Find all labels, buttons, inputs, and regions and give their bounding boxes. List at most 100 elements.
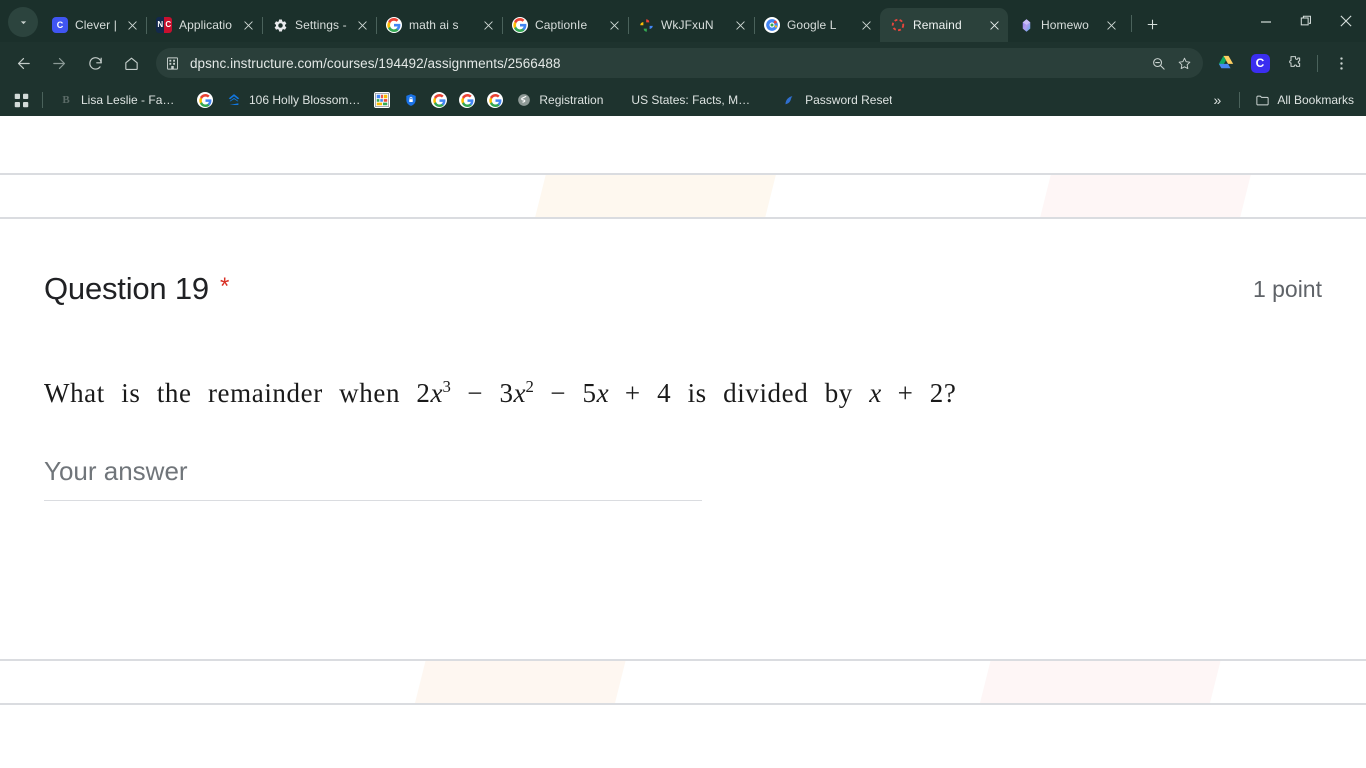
reload-icon [88, 56, 102, 70]
tab-homework[interactable]: Homewo [1008, 8, 1125, 42]
decorative-band-pink-2 [976, 661, 1224, 703]
question-text: What is the remainder when 2x3 − 3x2 − 5… [44, 377, 1322, 409]
math-operator-2: − [550, 378, 567, 408]
bookmark-google-2[interactable] [425, 88, 453, 112]
tab-list: C Clever | L NC Applicatio [42, 8, 1246, 42]
all-bookmarks-button[interactable]: All Bookmarks [1248, 92, 1360, 108]
tab-application[interactable]: NC Applicatio [146, 8, 262, 42]
home-button[interactable] [116, 48, 146, 78]
bookmark-label: US States: Facts, M… [631, 93, 751, 107]
tab-close-button[interactable] [479, 16, 498, 35]
tab-remainder[interactable]: Remaind [880, 8, 1008, 42]
close-icon [610, 20, 619, 30]
answer-input[interactable] [44, 456, 702, 501]
browser-window: C Clever | L NC Applicatio [0, 0, 1366, 116]
home-icon [124, 57, 138, 70]
tab-captionle[interactable]: CaptionIe [502, 8, 628, 42]
tab-wkjfxun[interactable]: WkJFxuN [628, 8, 754, 42]
tab-title: Google L [787, 18, 837, 32]
tab-title: Settings - [295, 18, 347, 32]
math-term-1: 2x3 [416, 377, 451, 408]
tab-search-button[interactable] [8, 7, 38, 37]
bookmark-label: Lisa Leslie - Famou… [81, 93, 184, 107]
question-word: is [687, 378, 707, 408]
answer-field-wrapper [44, 456, 702, 501]
bookmark-holly-blossom[interactable]: 106 Holly Blossom… [219, 88, 367, 112]
google-drive-icon [1218, 55, 1234, 69]
new-tab-button[interactable] [1138, 10, 1166, 38]
decorative-band-cream-2 [411, 661, 629, 703]
extensions-button[interactable] [1279, 48, 1309, 78]
tab-close-button[interactable] [731, 16, 750, 35]
close-icon [1340, 15, 1352, 27]
close-icon [862, 20, 871, 30]
chrome-menu-button[interactable] [1326, 48, 1356, 78]
forward-button[interactable] [44, 48, 74, 78]
reload-button[interactable] [80, 48, 110, 78]
tab-close-button[interactable] [353, 16, 372, 35]
extensions-area: C [1209, 48, 1358, 78]
tab-close-button[interactable] [1102, 16, 1121, 35]
divisor-variable: x [869, 378, 882, 408]
restore-icon [1300, 15, 1311, 26]
tab-close-button[interactable] [605, 16, 624, 35]
lock-shield-icon [403, 92, 419, 108]
zillow-icon [226, 92, 242, 108]
tab-close-button[interactable] [239, 16, 258, 35]
url-text: dpsnc.instructure.com/courses/194492/ass… [190, 55, 561, 71]
form-icon [374, 92, 391, 108]
toolbar-divider [1317, 54, 1318, 72]
close-window-button[interactable] [1326, 6, 1366, 36]
bookmark-employment-history[interactable] [367, 88, 397, 112]
bookmarks-overflow-button[interactable]: » [1204, 92, 1232, 108]
close-icon [128, 20, 137, 30]
google-icon [459, 92, 476, 108]
tab-title: WkJFxuN [661, 18, 714, 32]
loading-spinner-icon [890, 17, 906, 33]
tab-close-button[interactable] [985, 16, 1004, 35]
globe-icon [516, 92, 532, 108]
back-button[interactable] [8, 48, 38, 78]
tab-google-lens[interactable]: Google L [754, 8, 880, 42]
maximize-restore-button[interactable] [1286, 6, 1326, 36]
tab-math-ai[interactable]: math ai s [376, 8, 502, 42]
nc-icon: NC [156, 17, 172, 33]
tab-title: Applicatio [179, 18, 233, 32]
close-icon [736, 20, 745, 30]
math-term-3: 5x [582, 378, 609, 408]
clever-icon: C [1250, 53, 1270, 73]
bookmark-us-states[interactable]: US States: Facts, M… [624, 88, 757, 112]
tab-close-button[interactable] [123, 16, 142, 35]
apps-shortcut-button[interactable] [8, 87, 34, 113]
tab-close-button[interactable] [857, 16, 876, 35]
bookmark-google-1[interactable] [191, 88, 219, 112]
decorative-band-cream [531, 175, 779, 217]
folder-icon [1254, 92, 1270, 108]
question-word: by [824, 378, 853, 408]
zoom-button[interactable] [1145, 50, 1171, 76]
bookmark-registration[interactable]: Registration [509, 88, 610, 112]
site-info-button[interactable] [160, 51, 184, 75]
bookmark-star-button[interactable] [1171, 50, 1197, 76]
google-drive-extension-button[interactable] [1211, 48, 1241, 78]
blue-swoosh-icon [782, 92, 798, 108]
b-icon: B [62, 94, 70, 106]
tab-settings[interactable]: Settings - [262, 8, 376, 42]
three-dot-menu-icon [1339, 56, 1343, 70]
minimize-button[interactable] [1246, 6, 1286, 36]
google-photos-icon [638, 17, 654, 33]
tab-clever[interactable]: C Clever | L [42, 8, 146, 42]
bookmark-password-reset[interactable]: Password Reset [775, 88, 899, 112]
bookmark-label: Password Reset [805, 93, 893, 107]
apps-grid-icon [14, 93, 28, 107]
bookmark-lisa-leslie[interactable]: B Lisa Leslie - Famou… [51, 88, 191, 112]
clever-extension-button[interactable]: C [1245, 48, 1275, 78]
bookmark-lock[interactable] [397, 88, 425, 112]
arrow-left-icon [17, 57, 30, 69]
form-card-top-partial [0, 116, 1366, 175]
question-word: What [44, 378, 105, 408]
bookmark-google-3[interactable] [453, 88, 481, 112]
address-bar[interactable]: dpsnc.instructure.com/courses/194492/ass… [156, 48, 1203, 78]
bookmark-google-4[interactable] [481, 88, 509, 112]
extensions-puzzle-icon [1289, 56, 1301, 67]
